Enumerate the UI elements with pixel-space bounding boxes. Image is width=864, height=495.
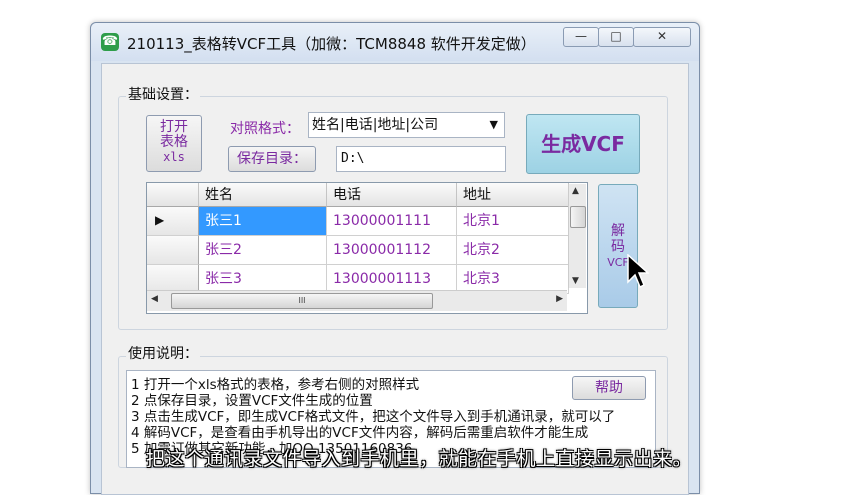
table-cell-phone[interactable]: 13000001111 [327,207,457,236]
instructions-group-title: 使用说明： [126,343,200,363]
save-directory-button[interactable]: 保存目录： [228,146,316,172]
scroll-left-icon[interactable]: ◀ [151,294,158,304]
decode-button-line2: 码 [611,239,625,255]
open-table-button[interactable]: 打开 表格 xls [146,115,202,172]
table-cell-name[interactable]: 张三2 [199,236,327,265]
mouse-pointer-icon [627,254,649,289]
mapping-format-select[interactable]: 姓名|电话|地址|公司 ▼ [308,112,505,138]
chevron-down-icon[interactable]: ▼ [490,113,498,137]
open-button-line3: xls [163,150,185,164]
maximize-button[interactable]: □ [598,27,634,47]
column-header-address[interactable]: 地址 [457,183,569,207]
video-subtitle: 把这个通讯录文件导入到手机里，就能在手机上直接显示出来。 [146,448,693,470]
column-header-phone[interactable]: 电话 [327,183,457,207]
vertical-scroll-thumb[interactable] [570,206,586,228]
scroll-down-icon[interactable]: ▼ [572,276,579,286]
grid-vertical-scrollbar[interactable]: ▲ ▼ [568,184,586,288]
settings-group-title: 基础设置： [126,84,200,104]
save-directory-field[interactable]: D:\ [336,146,506,172]
generate-vcf-button[interactable]: 生成VCF [526,114,640,174]
current-row-arrow-icon: ▶ [155,213,165,227]
row-header-2[interactable] [147,236,199,265]
close-button[interactable]: ✕ [633,27,691,47]
table-cell-address[interactable]: 北京1 [457,207,569,236]
column-header-name[interactable]: 姓名 [199,183,327,207]
video-background [700,0,864,486]
row-header-1[interactable]: ▶ [147,207,199,236]
table-cell-phone[interactable]: 13000001112 [327,236,457,265]
decode-button-line1: 解 [611,223,625,239]
table-cell-name[interactable]: 张三1 [199,207,327,236]
mapping-format-value: 姓名|电话|地址|公司 [312,117,439,133]
title-bar[interactable]: ☎ 210113_表格转VCF工具（加微：TCM8848 软件开发定做） — □… [91,23,699,61]
mapping-format-label: 对照格式： [230,121,300,137]
help-button[interactable]: 帮助 [572,376,646,400]
open-button-line1: 打开 [160,119,188,135]
minimize-button[interactable]: — [563,27,599,47]
grid-horizontal-scrollbar[interactable]: ◀ III ▶ [147,290,567,311]
phone-app-icon: ☎ [101,33,119,51]
scroll-up-icon[interactable]: ▲ [572,186,579,196]
horizontal-scroll-thumb[interactable]: III [171,293,433,309]
table-cell-address[interactable]: 北京2 [457,236,569,265]
window-title: 210113_表格转VCF工具（加微：TCM8848 软件开发定做） [127,35,536,53]
open-button-line2: 表格 [160,134,188,150]
scroll-right-icon[interactable]: ▶ [556,294,563,304]
grid-corner-header [147,183,199,207]
